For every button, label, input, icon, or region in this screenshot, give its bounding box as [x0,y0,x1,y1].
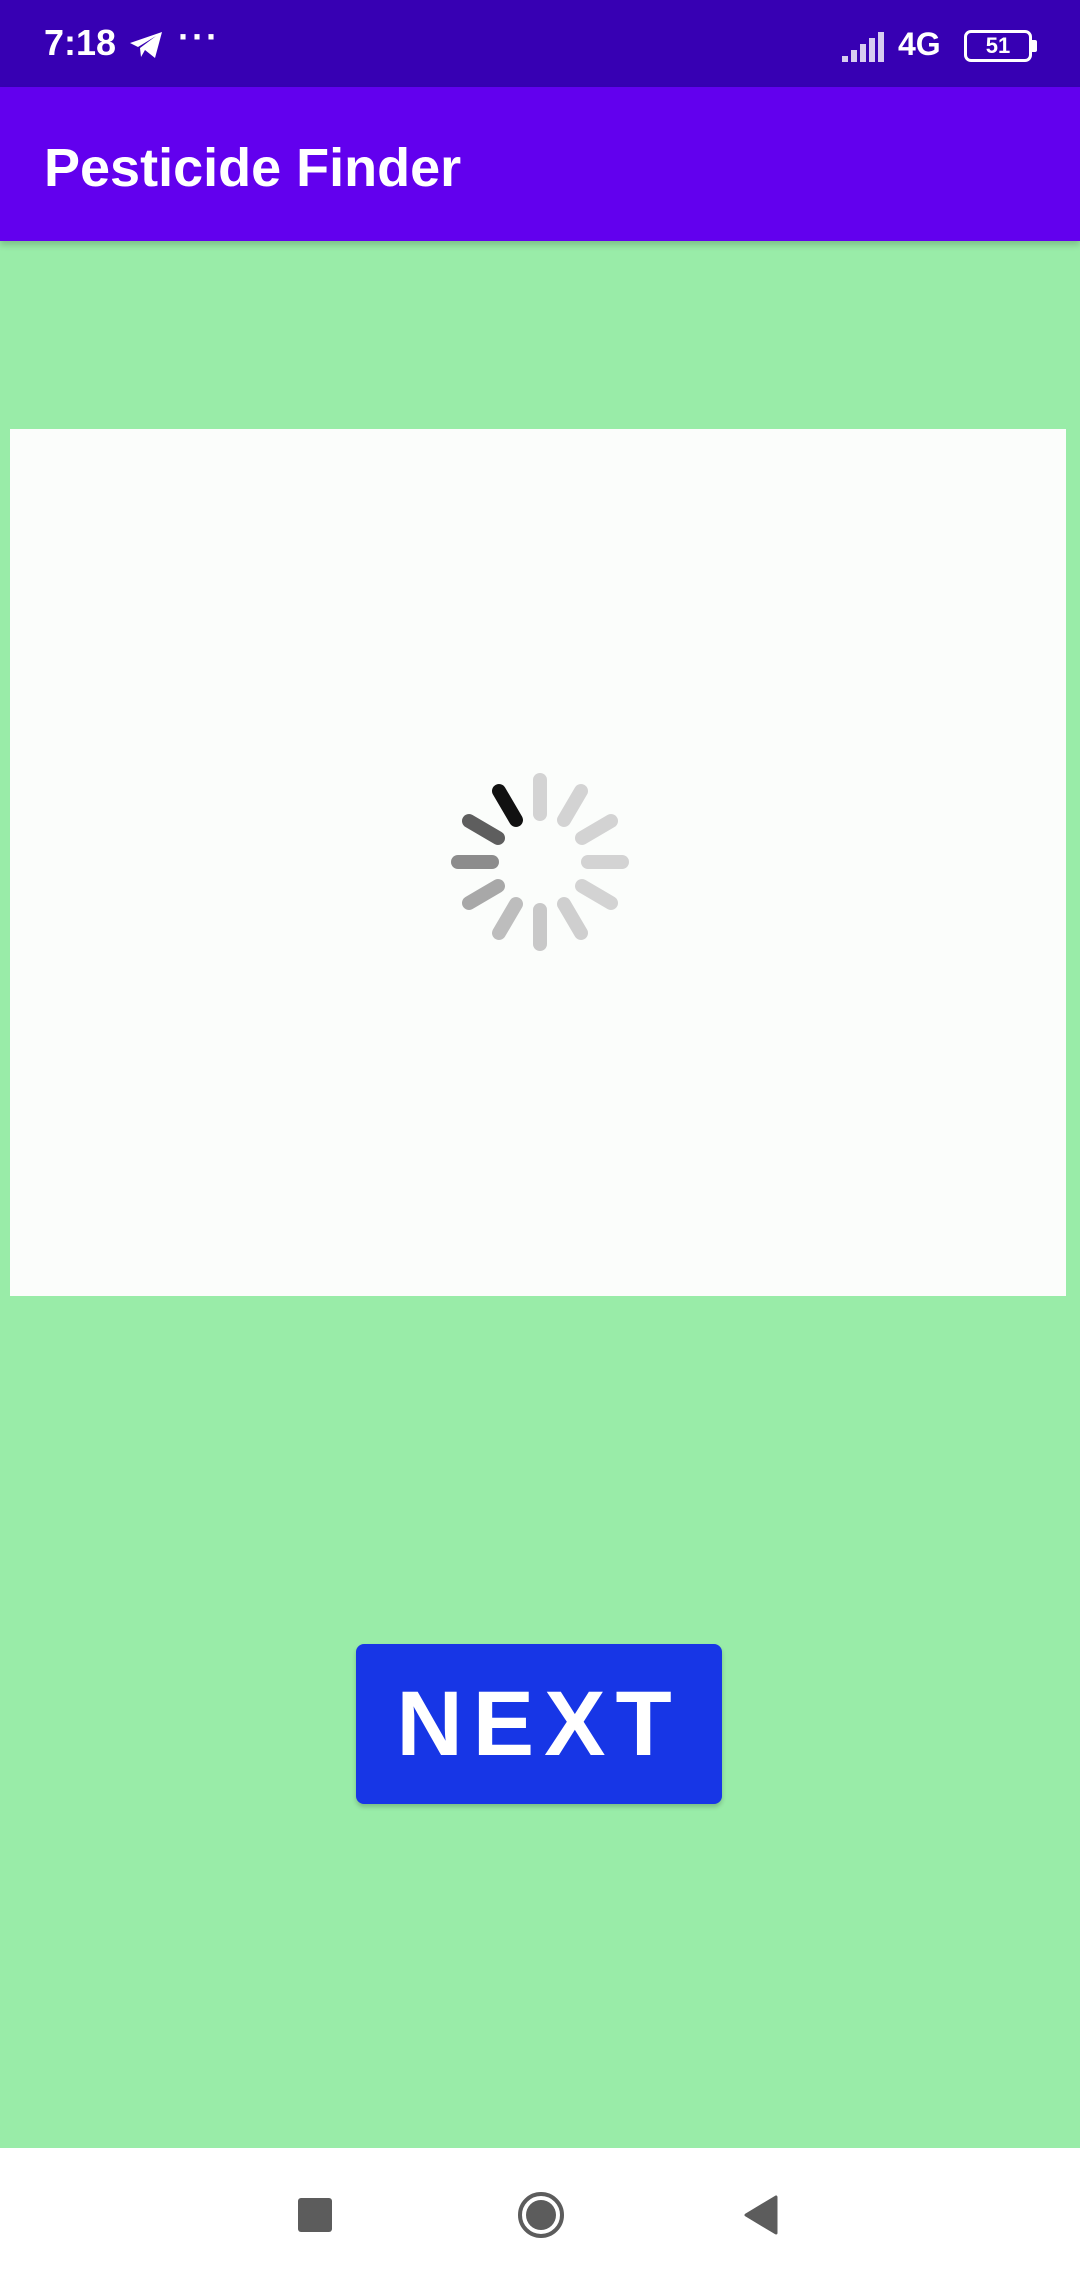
telegram-icon [130,32,162,58]
app-bar: Pesticide Finder [0,87,1080,241]
app-screen: 7:18 ··· 4G 51 Pesticide Finder NEXT [0,0,1080,2280]
navigation-bar [0,2148,1080,2280]
back-icon[interactable] [742,2194,780,2236]
battery-icon: 51 [964,30,1032,62]
network-type: 4G [898,26,941,62]
status-time: 7:18 [44,22,117,63]
next-button[interactable]: NEXT [356,1644,722,1804]
more-notifications-icon: ··· [178,16,220,57]
signal-icon [842,32,884,62]
app-title: Pesticide Finder [44,138,462,198]
status-bar: 7:18 ··· 4G 51 [0,0,1080,87]
home-icon[interactable] [516,2190,566,2240]
loading-spinner-icon [451,773,629,951]
battery-level: 51 [985,33,1011,58]
recents-icon[interactable] [298,2198,332,2232]
battery-cap [1032,40,1037,52]
